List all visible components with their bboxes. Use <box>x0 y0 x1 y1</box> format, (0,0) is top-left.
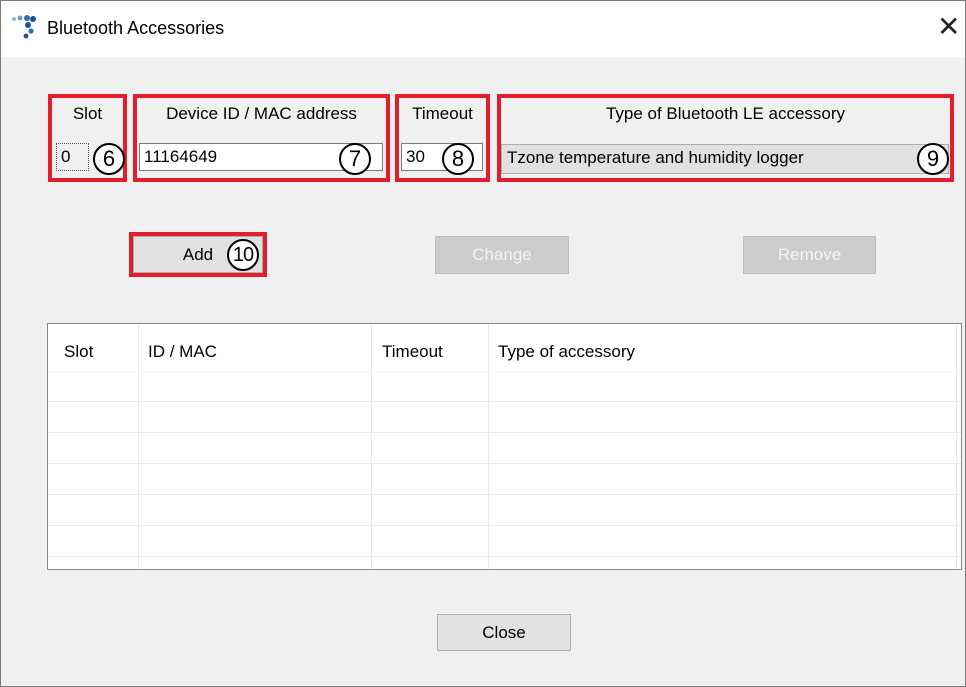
close-window-icon[interactable]: ✕ <box>937 13 960 41</box>
change-button[interactable]: Change <box>435 236 569 274</box>
accessory-type-dropdown[interactable]: Tzone temperature and humidity logger <box>501 144 949 174</box>
bluetooth-dots-icon <box>11 15 37 39</box>
col-header-timeout[interactable]: Timeout <box>382 342 443 362</box>
callout-10: 10 <box>227 239 259 271</box>
column-divider <box>138 324 139 569</box>
accessories-table[interactable]: Slot ID / MAC Timeout Type of accessory <box>47 323 962 570</box>
row-divider <box>48 525 961 526</box>
row-divider <box>48 463 961 464</box>
column-divider <box>371 324 372 569</box>
slot-field[interactable]: 0 <box>56 143 89 171</box>
row-divider <box>48 494 961 495</box>
close-button[interactable]: Close <box>437 614 571 651</box>
column-divider <box>488 324 489 569</box>
title-bar: Bluetooth Accessories ✕ <box>1 1 965 57</box>
col-header-type[interactable]: Type of accessory <box>498 342 635 362</box>
row-divider <box>48 556 961 557</box>
callout-8: 8 <box>442 143 474 175</box>
slot-label: Slot <box>72 104 103 123</box>
row-divider <box>48 432 961 433</box>
device-id-label: Device ID / MAC address <box>166 104 357 123</box>
row-divider <box>48 401 961 402</box>
add-button-label: Add <box>182 245 214 264</box>
timeout-label: Timeout <box>412 104 473 123</box>
column-divider <box>956 324 957 569</box>
remove-button[interactable]: Remove <box>743 236 876 274</box>
bluetooth-accessories-window: Bluetooth Accessories ✕ Slot 0 6 Device … <box>0 0 966 687</box>
callout-6: 6 <box>93 143 125 175</box>
callout-7: 7 <box>339 143 371 175</box>
window-title: Bluetooth Accessories <box>47 18 225 38</box>
callout-9: 9 <box>917 143 949 175</box>
col-header-id-mac[interactable]: ID / MAC <box>148 342 217 362</box>
col-header-slot[interactable]: Slot <box>64 342 93 362</box>
row-divider <box>48 371 961 372</box>
type-label: Type of Bluetooth LE accessory <box>605 104 846 123</box>
